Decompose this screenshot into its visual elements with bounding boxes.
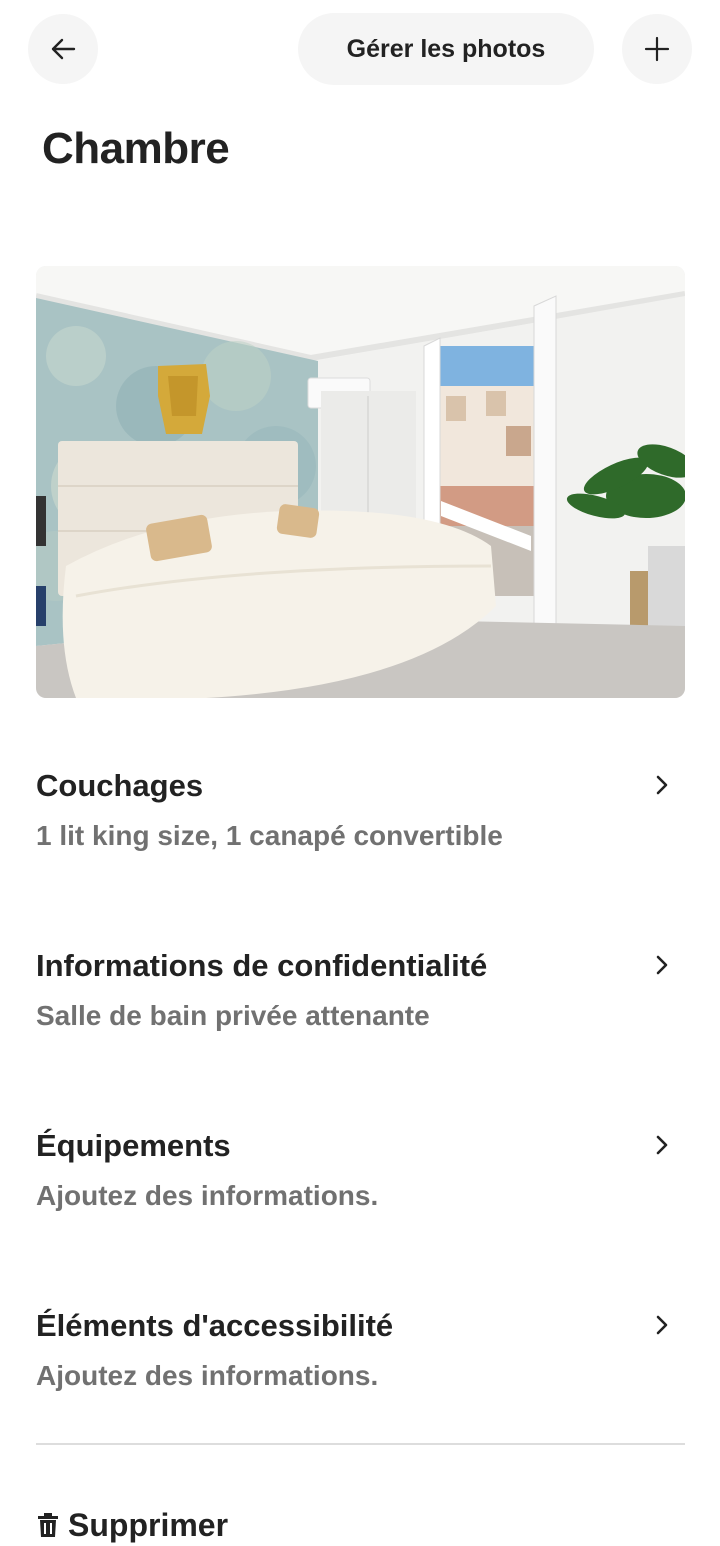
chevron-right-icon	[656, 1315, 668, 1335]
page-title: Chambre	[42, 124, 230, 173]
row-title: Équipements	[36, 1128, 231, 1163]
row-title: Éléments d'accessibilité	[36, 1308, 394, 1343]
trash-icon	[38, 1513, 58, 1537]
row-subtitle: 1 lit king size, 1 canapé convertible	[36, 820, 503, 851]
chevron-right-icon	[656, 1135, 668, 1155]
add-photo-button[interactable]	[622, 14, 692, 84]
bedroom-photo[interactable]	[36, 266, 685, 698]
room-editor-page: Gérer les photos Chambre Couchages 1 lit…	[0, 0, 720, 1546]
row-accessibilite[interactable]: Éléments d'accessibilité Ajoutez des inf…	[36, 1308, 685, 1418]
row-subtitle: Ajoutez des informations.	[36, 1180, 379, 1211]
chevron-right-icon	[656, 775, 668, 795]
arrow-left-icon	[51, 38, 76, 60]
delete-label: Supprimer	[68, 1506, 229, 1543]
divider	[36, 1443, 685, 1445]
row-equipements[interactable]: Équipements Ajoutez des informations.	[36, 1128, 685, 1238]
chevron-right-icon	[656, 955, 668, 975]
plus-icon	[644, 36, 670, 62]
row-couchages[interactable]: Couchages 1 lit king size, 1 canapé conv…	[36, 768, 685, 878]
delete-button[interactable]: Supprimer	[36, 1505, 228, 1545]
row-confidentialite[interactable]: Informations de confidentialité Salle de…	[36, 948, 685, 1058]
manage-photos-label: Gérer les photos	[346, 34, 546, 63]
back-button[interactable]	[28, 14, 98, 84]
row-subtitle: Salle de bain privée attenante	[36, 1000, 430, 1031]
row-subtitle: Ajoutez des informations.	[36, 1360, 379, 1391]
manage-photos-button[interactable]: Gérer les photos	[298, 13, 594, 85]
row-title: Informations de confidentialité	[36, 948, 488, 983]
row-title: Couchages	[36, 768, 204, 803]
